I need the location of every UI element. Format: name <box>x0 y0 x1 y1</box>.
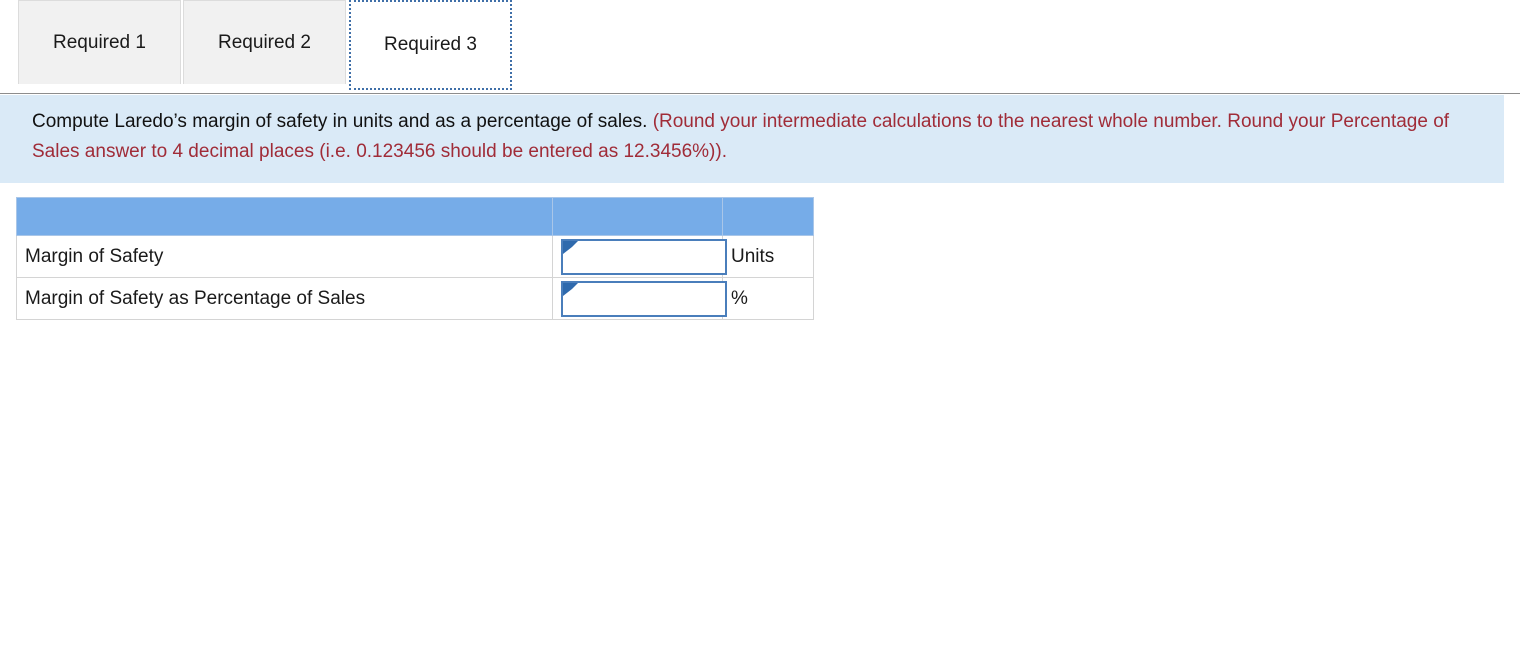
answer-table: Margin of Safety Units Margin of Safety … <box>16 197 814 320</box>
instruction-banner: Compute Laredo’s margin of safety in uni… <box>0 95 1504 183</box>
margin-of-safety-field-wrapper[interactable] <box>561 238 727 275</box>
table-row: Margin of Safety as Percentage of Sales … <box>16 277 814 320</box>
table-row: Margin of Safety Units <box>16 235 814 278</box>
margin-of-safety-percentage-input[interactable] <box>563 282 725 315</box>
row-input-cell <box>552 277 727 320</box>
table-header-row <box>16 197 814 236</box>
answer-table-container: Margin of Safety Units Margin of Safety … <box>0 183 1520 320</box>
tab-label: Required 3 <box>384 34 477 55</box>
row-input-cell <box>552 235 727 278</box>
header-cell-label <box>16 197 553 236</box>
tab-required-1[interactable]: Required 1 <box>18 0 181 84</box>
row-unit-units: Units <box>722 235 814 278</box>
tab-required-3[interactable]: Required 3 <box>349 0 512 90</box>
margin-of-safety-percentage-field-wrapper[interactable] <box>561 280 727 317</box>
tab-bar-divider <box>0 93 1520 94</box>
margin-of-safety-units-input[interactable] <box>563 240 725 273</box>
tab-required-2[interactable]: Required 2 <box>183 0 346 84</box>
tab-label: Required 2 <box>218 31 311 53</box>
row-unit-percent: % <box>722 277 814 320</box>
header-cell-unit <box>722 197 814 236</box>
instruction-prompt: Compute Laredo’s margin of safety in uni… <box>32 111 648 132</box>
tab-label: Required 1 <box>53 31 146 53</box>
tab-bar: Required 1 Required 2 Required 3 <box>0 0 1520 95</box>
header-cell-value <box>552 197 723 236</box>
row-label-margin-of-safety-percentage: Margin of Safety as Percentage of Sales <box>16 277 553 320</box>
row-label-margin-of-safety: Margin of Safety <box>16 235 553 278</box>
